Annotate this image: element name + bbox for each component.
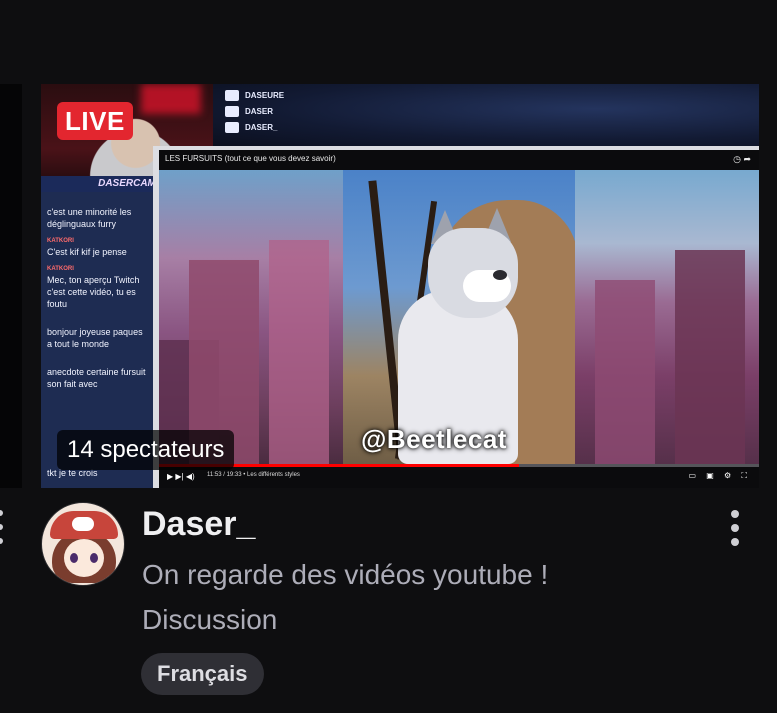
social-twitch-label: DASER_ [245,123,278,132]
youtube-icon [225,106,239,117]
viewer-count: 14 spectateurs [57,430,235,470]
channel-name[interactable]: Daser_ [142,505,255,544]
video-frame-center: @Beetlecat [343,170,578,464]
previous-card-thumbnail-edge[interactable] [0,84,22,488]
twitter-icon [225,90,239,101]
video-frame-left [159,170,343,464]
embedded-youtube-player: LES FURSUITS (tout ce que vous devez sav… [159,150,759,488]
social-youtube-label: DASER [245,107,274,116]
stream-card-page: DASERCAM DASEURE DASER DASER_ c'est une … [0,0,777,713]
youtube-time: 11:53 / 19:33 • Les différents styles [207,472,300,478]
player-settings-icons: ▭ ▣ ⚙ ⛶ [688,471,751,480]
social-links-overlay: DASEURE DASER DASER_ [213,84,759,146]
live-badge: LIVE [57,102,133,140]
stream-title[interactable]: On regarde des vidéos youtube ! [142,559,548,591]
play-icon: ▶ ▶| ◀) [167,472,195,481]
chat-message: anecdote certaine fursuit son fait avec [47,367,146,389]
stream-thumbnail[interactable]: DASERCAM DASEURE DASER DASER_ c'est une … [41,84,759,488]
twitch-icon [225,122,239,133]
youtube-video-title: LES FURSUITS (tout ce que vous devez sav… [165,154,336,163]
share-icon: ◷ ➦ [733,154,751,164]
language-tag[interactable]: Français [141,653,264,695]
youtube-controls: ▶ ▶| ◀) 11:53 / 19:33 • Les différents s… [159,464,759,488]
chat-message: bonjour joyeuse paques a tout le monde [47,327,143,349]
chat-message: c'est une minorité les déglinguaux furry [47,207,132,229]
video-frame-right [575,170,759,464]
more-options-icon[interactable] [724,506,746,550]
previous-card-more-icon[interactable] [0,510,5,550]
youtube-progress-bar [159,464,759,467]
channel-avatar[interactable] [41,502,125,586]
video-watermark: @Beetlecat [361,424,507,454]
chat-message: KATKORI C'est kif kif je pense [47,238,127,257]
stream-category[interactable]: Discussion [142,604,277,636]
social-twitter-label: DASEURE [245,91,285,100]
chat-message: KATKORI Mec, ton aperçu Twitch c'est cet… [47,266,140,309]
